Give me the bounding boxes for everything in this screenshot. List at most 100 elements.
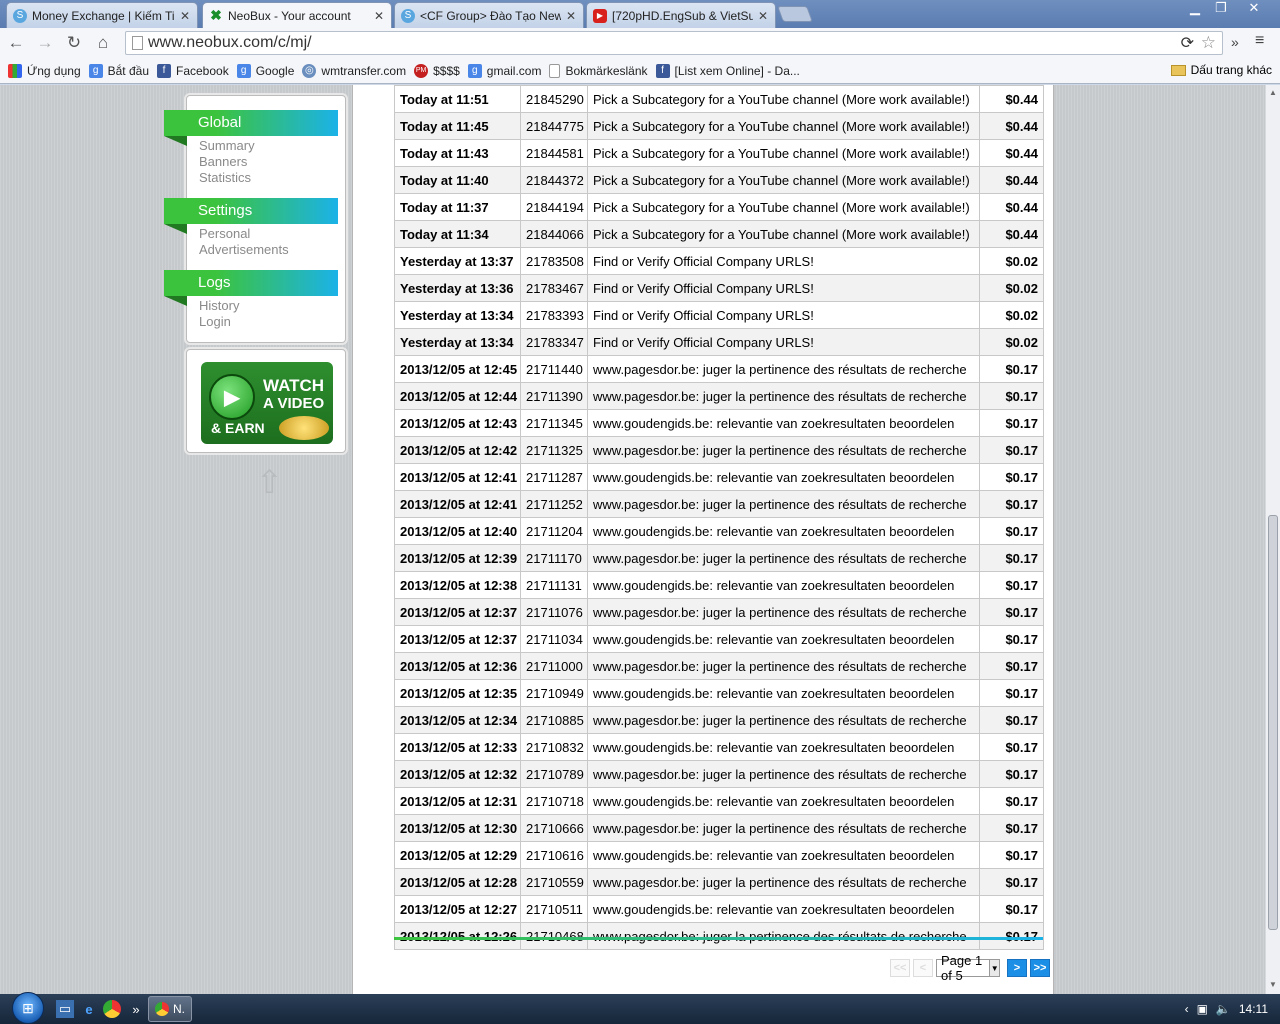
row-amount: $0.17: [979, 814, 1044, 842]
page-viewport: Global Summary Banners Statistics Settin…: [0, 85, 1265, 994]
table-row: 2013/12/05 at 12:35 21710949 www.goudengid…: [394, 679, 1044, 707]
scrollbar-thumb[interactable]: [1268, 515, 1278, 930]
extensions-chevron-icon[interactable]: »: [1231, 34, 1239, 50]
close-icon[interactable]: ✕: [565, 9, 577, 23]
menu-link-history[interactable]: History: [199, 298, 239, 313]
tab-neobux[interactable]: ✖ NeoBux - Your account ✕: [202, 2, 392, 28]
row-task: www.goudengids.be: relevantie van zoekre…: [587, 571, 980, 599]
row-task: www.pagesdor.be: juger la pertinence des…: [587, 868, 980, 896]
tab-money-exchange[interactable]: S Money Exchange | Kiếm Tiền ✕: [6, 2, 198, 28]
back-icon[interactable]: ←: [3, 30, 29, 56]
close-icon[interactable]: ✕: [373, 9, 385, 23]
menu-link-banners[interactable]: Banners: [199, 154, 247, 169]
restore-icon[interactable]: ❐: [1208, 0, 1234, 18]
forward-icon[interactable]: →: [32, 30, 58, 56]
menu-link-advertisements[interactable]: Advertisements: [199, 242, 289, 257]
row-amount: $0.17: [979, 679, 1044, 707]
row-id: 21710559: [520, 868, 588, 896]
prev-page-button[interactable]: <: [913, 959, 933, 977]
row-task: Pick a Subcategory for a YouTube channel…: [587, 85, 980, 113]
first-page-button[interactable]: <<: [890, 959, 910, 977]
close-icon[interactable]: ✕: [757, 9, 769, 23]
vertical-scrollbar[interactable]: ▲ ▼: [1265, 85, 1280, 994]
bookmark-bat-dau[interactable]: g Bắt đầu: [88, 63, 149, 78]
tab-cf-group[interactable]: S <CF Group> Đào Tạo NewBi ✕: [394, 2, 584, 28]
scroll-up-icon[interactable]: ▲: [1269, 88, 1277, 97]
row-date: 2013/12/05 at 12:31: [394, 787, 521, 815]
more-icon[interactable]: »: [127, 1000, 145, 1018]
row-amount: $0.17: [979, 382, 1044, 410]
scroll-to-top-icon[interactable]: ⇧: [256, 463, 283, 501]
row-id: 21844775: [520, 112, 588, 140]
row-task: www.goudengids.be: relevantie van zoekre…: [587, 733, 980, 761]
row-task: www.goudengids.be: relevantie van zoekre…: [587, 787, 980, 815]
internet-explorer-icon[interactable]: e: [80, 1000, 98, 1018]
row-id: 21711287: [520, 463, 588, 491]
star-icon[interactable]: ☆: [1201, 33, 1216, 53]
row-task: www.pagesdor.be: juger la pertinence des…: [587, 382, 980, 410]
bookmark-label: Google: [255, 63, 295, 78]
account-menu: Global Summary Banners Statistics Settin…: [164, 95, 346, 343]
network-icon[interactable]: ▣: [1197, 1002, 1208, 1016]
minimize-icon[interactable]: ▁: [1182, 0, 1208, 18]
last-page-button[interactable]: >>: [1030, 959, 1050, 977]
bookmark-bokmarkeslank[interactable]: Bokmärkeslänk: [549, 63, 648, 78]
row-id: 21844581: [520, 139, 588, 167]
taskbar-item-chrome[interactable]: N.: [148, 996, 192, 1022]
clock[interactable]: 14:11: [1239, 1002, 1268, 1016]
table-row: 2013/12/05 at 12:37 21711076 www.pagesdor.…: [394, 598, 1044, 626]
bookmark-label: wmtransfer.com: [321, 63, 407, 78]
table-row: Yesterday at 13:36 21783467 Find or Verify…: [394, 274, 1044, 302]
row-task: www.pagesdor.be: juger la pertinence des…: [587, 652, 980, 680]
google-icon: g: [467, 63, 482, 78]
row-amount: $0.17: [979, 733, 1044, 761]
scroll-down-icon[interactable]: ▼: [1269, 980, 1277, 989]
row-id: 21711390: [520, 382, 588, 410]
volume-icon[interactable]: 🔈: [1216, 1002, 1231, 1016]
menu-icon[interactable]: ≡: [1255, 32, 1264, 50]
table-row: Today at 11:34 21844066 Pick a Subcategory…: [394, 220, 1044, 248]
close-icon[interactable]: ✕: [179, 9, 191, 23]
menu-link-summary[interactable]: Summary: [199, 138, 255, 153]
next-page-button[interactable]: >: [1007, 959, 1027, 977]
row-date: 2013/12/05 at 12:44: [394, 382, 521, 410]
bookmark-google[interactable]: g Google: [236, 63, 295, 78]
bookmark-label: Bắt đầu: [107, 63, 149, 78]
row-amount: $0.17: [979, 409, 1044, 437]
close-window-icon[interactable]: ✕: [1234, 0, 1274, 18]
start-button[interactable]: ⊞: [12, 992, 44, 1024]
tab-title: <CF Group> Đào Tạo NewBi: [420, 8, 561, 23]
bookmark-apps[interactable]: Ứng dụng: [8, 63, 81, 78]
home-icon[interactable]: ⌂: [90, 30, 116, 56]
show-desktop-icon[interactable]: ▭: [56, 1000, 74, 1018]
page-select[interactable]: Page 1 of 5 ▼: [936, 953, 1000, 983]
bookmark-wmtransfer[interactable]: ◎ wmtransfer.com: [302, 63, 407, 78]
table-row: 2013/12/05 at 12:31 21710718 www.goudengid…: [394, 787, 1044, 815]
row-task: www.pagesdor.be: juger la pertinence des…: [587, 598, 980, 626]
row-task: Find or Verify Official Company URLS!: [587, 301, 980, 329]
address-bar[interactable]: www.neobux.com/c/mj/ ⟳ ☆: [125, 31, 1223, 55]
row-date: 2013/12/05 at 12:41: [394, 463, 521, 491]
row-date: Today at 11:40: [394, 166, 521, 194]
menu-link-personal[interactable]: Personal: [199, 226, 250, 241]
menu-link-login[interactable]: Login: [199, 314, 231, 329]
bookmark-facebook[interactable]: f Facebook: [157, 63, 229, 78]
watch-video-banner[interactable]: ▶ WATCH A VIDEO & EARN: [201, 362, 333, 444]
tray-expand-icon[interactable]: ‹: [1185, 1002, 1189, 1016]
pagination: << < Page 1 of 5 ▼ > >>: [890, 953, 1053, 983]
chrome-icon[interactable]: [103, 1000, 121, 1018]
menu-link-statistics[interactable]: Statistics: [199, 170, 251, 185]
bookmark-money[interactable]: PM $$$$: [414, 63, 460, 78]
row-amount: $0.17: [979, 895, 1044, 923]
reload-icon[interactable]: ↻: [61, 30, 87, 56]
new-tab-button[interactable]: [777, 6, 813, 22]
tab-youtube[interactable]: ▶ [720pHD.EngSub & VietSub] ✕: [586, 2, 776, 28]
row-task: www.goudengids.be: relevantie van zoekre…: [587, 895, 980, 923]
bookmark-gmail[interactable]: g gmail.com: [467, 63, 541, 78]
row-task: www.goudengids.be: relevantie van zoekre…: [587, 517, 980, 545]
row-amount: $0.17: [979, 517, 1044, 545]
translate-icon[interactable]: ⟳: [1181, 33, 1194, 53]
other-bookmarks[interactable]: Dấu trang khác: [1170, 63, 1272, 77]
row-task: www.goudengids.be: relevantie van zoekre…: [587, 679, 980, 707]
bookmark-list-xem-online[interactable]: f [List xem Online] - Da...: [655, 63, 800, 78]
